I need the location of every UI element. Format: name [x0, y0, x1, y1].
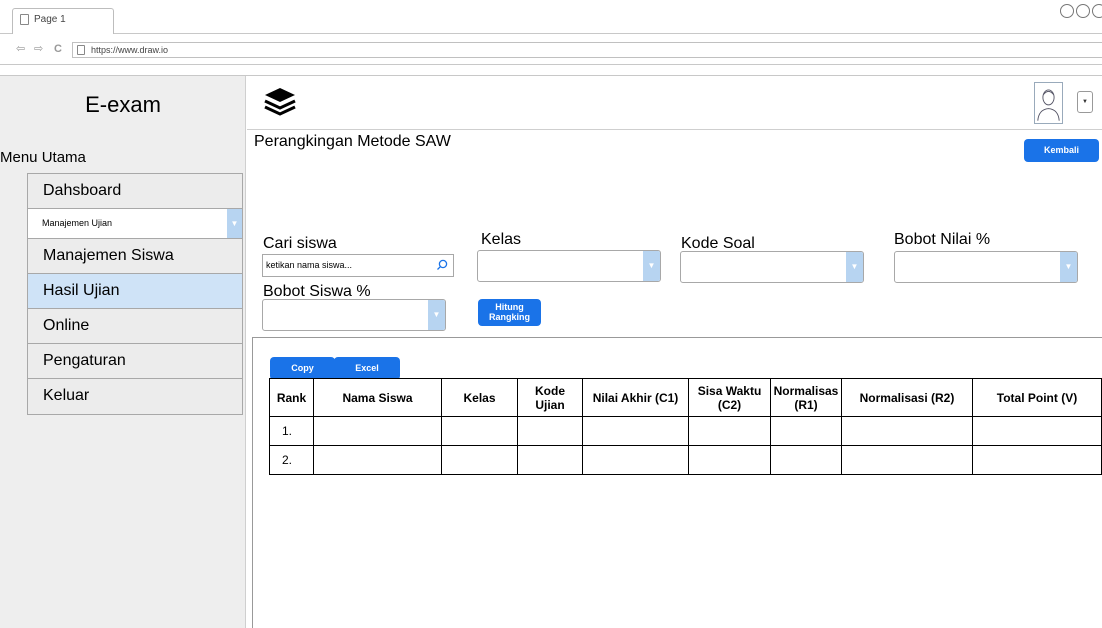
- address-row: ⇦ ⇨ C https://www.draw.io: [0, 35, 1102, 65]
- kelas-label: Kelas: [481, 231, 522, 248]
- sidebar-item-pengaturan[interactable]: Pengaturan: [28, 344, 242, 379]
- bobot-nilai-select[interactable]: ▼: [894, 251, 1078, 283]
- hitung-rangking-button[interactable]: Hitung Rangking: [478, 299, 541, 326]
- sidebar: E-exam Menu Utama Dahsboard Manajemen Uj…: [0, 76, 246, 628]
- table-cell: [313, 416, 442, 446]
- table-cell: [688, 445, 771, 475]
- sidebar-item-label: Manajemen Ujian: [42, 218, 113, 228]
- browser-tab-bar: Page 1: [0, 0, 1102, 34]
- kelas-select[interactable]: ▼: [477, 250, 661, 282]
- table-cell: [313, 445, 442, 475]
- column-header-total-point: Total Point (V): [972, 378, 1102, 417]
- app-brand: E-exam: [85, 92, 161, 117]
- table-cell: [688, 416, 771, 446]
- search-placeholder: ketikan nama siswa...: [266, 260, 353, 270]
- menu-title: Menu Utama: [0, 149, 86, 166]
- column-header-normalisasi-r1: Normalisas (R1): [770, 378, 842, 417]
- window-minimize-icon[interactable]: [1060, 4, 1074, 18]
- table-cell: [841, 445, 973, 475]
- chevron-down-icon: ▼: [1060, 252, 1077, 282]
- page-root: { "browser": { "tab_label": "Page 1", "u…: [0, 0, 1102, 628]
- layers-icon[interactable]: [263, 86, 297, 116]
- table-cell: [517, 445, 583, 475]
- table-row: 1.: [269, 416, 1102, 446]
- table-cell: [770, 416, 842, 446]
- page-icon: [20, 14, 29, 25]
- table-header-row: Rank Nama Siswa Kelas Kode Ujian Nilai Ak…: [269, 378, 1102, 417]
- excel-button[interactable]: Excel: [334, 357, 400, 380]
- sidebar-item-hasil-ujian[interactable]: Hasil Ujian: [28, 274, 242, 309]
- bobot-siswa-select[interactable]: ▼: [262, 299, 446, 331]
- chevron-down-icon[interactable]: ▼: [227, 209, 242, 238]
- sidebar-item-keluar[interactable]: Keluar: [28, 379, 242, 414]
- bobot-nilai-label: Bobot Nilai %: [894, 231, 991, 248]
- window-maximize-icon[interactable]: [1076, 4, 1090, 18]
- column-header-sisa-waktu: Sisa Waktu (C2): [688, 378, 771, 417]
- table-cell: [972, 445, 1102, 475]
- chevron-down-icon: ▼: [846, 252, 863, 282]
- window-controls: [1060, 4, 1102, 18]
- ranking-table: Rank Nama Siswa Kelas Kode Ujian Nilai Ak…: [269, 378, 1102, 475]
- copy-button[interactable]: Copy: [270, 357, 335, 380]
- table-cell: [517, 416, 583, 446]
- browser-tab[interactable]: Page 1: [12, 8, 114, 34]
- sidebar-menu: Dahsboard Manajemen Ujian ▼ Manajemen Si…: [27, 173, 243, 415]
- table-cell: [770, 445, 842, 475]
- kode-soal-select[interactable]: ▼: [680, 251, 864, 283]
- column-header-normalisasi-r2: Normalisasi (R2): [841, 378, 973, 417]
- top-header: ▼: [247, 76, 1102, 130]
- account-dropdown-button[interactable]: ▼: [1077, 91, 1093, 113]
- column-header-kode-ujian: Kode Ujian: [517, 378, 583, 417]
- forward-arrow-icon[interactable]: ⇨: [34, 44, 43, 55]
- column-header-nilai-akhir: Nilai Akhir (C1): [582, 378, 689, 417]
- chevron-down-icon: ▼: [643, 251, 660, 281]
- search-icon[interactable]: [436, 259, 448, 271]
- table-row: 2.: [269, 445, 1102, 475]
- table-cell: [441, 416, 518, 446]
- rank-cell: 2.: [269, 445, 314, 475]
- column-header-rank: Rank: [269, 378, 314, 417]
- search-input[interactable]: ketikan nama siswa...: [262, 254, 454, 277]
- caret-down-icon: ▼: [1082, 99, 1088, 105]
- window-close-icon[interactable]: [1092, 4, 1102, 18]
- table-cell: [841, 416, 973, 446]
- table-cell: [441, 445, 518, 475]
- sidebar-item-online[interactable]: Online: [28, 309, 242, 344]
- back-button[interactable]: Kembali: [1024, 139, 1099, 162]
- page-title: Perangkingan Metode SAW: [254, 133, 451, 150]
- user-avatar-icon[interactable]: [1034, 82, 1063, 124]
- chevron-down-icon: ▼: [428, 300, 445, 330]
- address-bar[interactable]: https://www.draw.io: [72, 42, 1102, 58]
- page-icon: [77, 45, 85, 55]
- rank-cell: 1.: [269, 416, 314, 446]
- sidebar-item-manajemen-siswa[interactable]: Manajemen Siswa: [28, 239, 242, 274]
- button-label-line2: Rangking: [488, 312, 530, 322]
- table-cell: [972, 416, 1102, 446]
- button-label-line1: Hitung: [495, 302, 524, 312]
- column-header-kelas: Kelas: [441, 378, 518, 417]
- table-cell: [582, 445, 689, 475]
- sidebar-item-dashboard[interactable]: Dahsboard: [28, 174, 242, 209]
- browser-tab-label: Page 1: [34, 14, 66, 25]
- table-cell: [582, 416, 689, 446]
- search-label: Cari siswa: [263, 235, 337, 252]
- column-header-nama-siswa: Nama Siswa: [313, 378, 442, 417]
- sidebar-item-manajemen-ujian[interactable]: Manajemen Ujian ▼: [28, 209, 242, 239]
- back-arrow-icon[interactable]: ⇦: [16, 44, 25, 55]
- reload-icon[interactable]: C: [54, 44, 62, 55]
- address-url: https://www.draw.io: [91, 45, 169, 55]
